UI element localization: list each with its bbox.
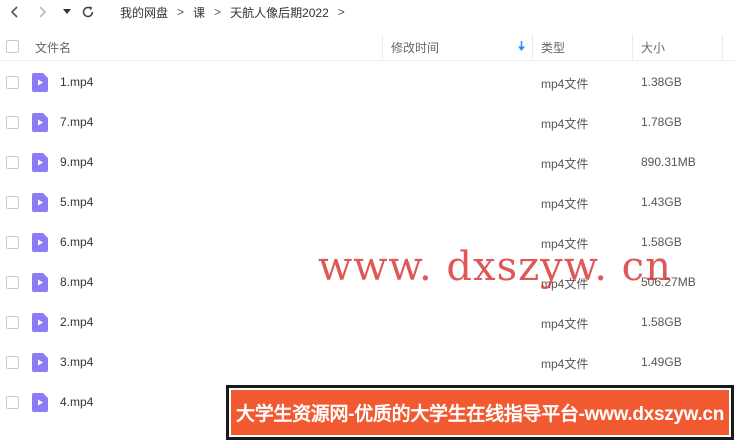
- file-name[interactable]: 5.mp4: [60, 195, 93, 209]
- column-header-name[interactable]: 文件名: [35, 33, 71, 61]
- file-checkbox[interactable]: [6, 396, 19, 409]
- file-size: 890.31MB: [641, 155, 696, 169]
- file-type: mp4文件: [541, 117, 589, 131]
- column-header-size[interactable]: 大小: [641, 33, 665, 61]
- breadcrumb-separator: >: [337, 5, 345, 19]
- file-size: 1.49GB: [641, 355, 682, 369]
- file-row[interactable]: 7.mp4 mp4文件 1.78GB: [0, 102, 737, 142]
- file-name[interactable]: 3.mp4: [60, 355, 93, 369]
- video-file-icon: [32, 113, 48, 132]
- video-file-icon: [32, 273, 48, 292]
- select-all-checkbox[interactable]: [6, 40, 19, 53]
- file-name[interactable]: 2.mp4: [60, 315, 93, 329]
- file-checkbox[interactable]: [6, 196, 19, 209]
- file-row[interactable]: 3.mp4 mp4文件 1.49GB: [0, 342, 737, 382]
- refresh-icon: [82, 6, 94, 18]
- file-type: mp4文件: [541, 357, 589, 371]
- video-file-icon: [32, 353, 48, 372]
- column-header-type[interactable]: 类型: [541, 33, 565, 61]
- column-divider[interactable]: [632, 35, 633, 59]
- file-type: mp4文件: [541, 237, 589, 251]
- breadcrumb-separator: >: [177, 5, 185, 19]
- video-file-icon: [32, 73, 48, 92]
- forward-button[interactable]: [30, 0, 54, 24]
- file-name[interactable]: 6.mp4: [60, 235, 93, 249]
- file-name[interactable]: 4.mp4: [60, 395, 93, 409]
- file-type: mp4文件: [541, 157, 589, 171]
- file-size: 1.58GB: [641, 235, 682, 249]
- video-file-icon: [32, 313, 48, 332]
- file-size: 1.58GB: [641, 315, 682, 329]
- file-size: 506.27MB: [641, 275, 696, 289]
- file-type: mp4文件: [541, 317, 589, 331]
- file-type: mp4文件: [541, 197, 589, 211]
- back-button[interactable]: [3, 0, 27, 24]
- video-file-icon: [32, 393, 48, 412]
- breadcrumb-item-current[interactable]: 天航人像后期2022: [230, 4, 329, 21]
- file-checkbox[interactable]: [6, 356, 19, 369]
- promo-banner-inner: 大学生资源网-优质的大学生在线指导平台-www.dxszyw.cn: [229, 388, 731, 437]
- file-row[interactable]: 6.mp4 mp4文件 1.58GB: [0, 222, 737, 262]
- arrow-down-icon: [518, 41, 525, 51]
- file-row[interactable]: 8.mp4 mp4文件 506.27MB: [0, 262, 737, 302]
- file-name[interactable]: 8.mp4: [60, 275, 93, 289]
- file-checkbox[interactable]: [6, 276, 19, 289]
- column-header-size-label: 大小: [641, 40, 666, 55]
- file-size: 1.78GB: [641, 115, 682, 129]
- file-type: mp4文件: [541, 77, 589, 91]
- file-list-header: 文件名 修改时间 类型 大小: [0, 33, 737, 61]
- video-file-icon: [32, 193, 48, 212]
- video-file-icon: [32, 153, 48, 172]
- file-size: 1.43GB: [641, 195, 682, 209]
- file-checkbox[interactable]: [6, 156, 19, 169]
- file-row[interactable]: 1.mp4 mp4文件 1.38GB: [0, 62, 737, 102]
- chevron-left-icon: [10, 6, 18, 18]
- refresh-button[interactable]: [76, 0, 100, 24]
- promo-banner-text: 大学生资源网-优质的大学生在线指导平台-www.dxszyw.cn: [236, 404, 724, 425]
- column-header-modified[interactable]: 修改时间: [391, 33, 531, 61]
- video-file-icon: [32, 233, 48, 252]
- column-divider[interactable]: [382, 35, 383, 59]
- column-header-modified-label: 修改时间: [391, 40, 440, 55]
- column-divider[interactable]: [532, 35, 533, 59]
- breadcrumb-item-home[interactable]: 我的网盘: [120, 4, 168, 21]
- file-checkbox[interactable]: [6, 316, 19, 329]
- chevron-right-icon: [39, 6, 47, 18]
- column-header-type-label: 类型: [541, 40, 566, 55]
- file-name[interactable]: 1.mp4: [60, 75, 93, 89]
- promo-banner: 大学生资源网-优质的大学生在线指导平台-www.dxszyw.cn: [226, 385, 734, 440]
- file-row[interactable]: 5.mp4 mp4文件 1.43GB: [0, 182, 737, 222]
- top-bar: 我的网盘 > 课 > 天航人像后期2022 >: [0, 0, 737, 26]
- breadcrumb: 我的网盘 > 课 > 天航人像后期2022 >: [120, 0, 354, 24]
- file-checkbox[interactable]: [6, 116, 19, 129]
- file-row[interactable]: 9.mp4 mp4文件 890.31MB: [0, 142, 737, 182]
- file-size: 1.38GB: [641, 75, 682, 89]
- column-header-name-label: 文件名: [35, 40, 72, 55]
- history-dropdown-button[interactable]: [57, 0, 77, 24]
- column-divider[interactable]: [722, 35, 723, 59]
- breadcrumb-separator: >: [214, 5, 222, 19]
- breadcrumb-item-folder[interactable]: 课: [193, 4, 205, 21]
- file-name[interactable]: 9.mp4: [60, 155, 93, 169]
- file-type: mp4文件: [541, 277, 589, 291]
- file-name[interactable]: 7.mp4: [60, 115, 93, 129]
- caret-down-icon: [63, 9, 71, 14]
- file-checkbox[interactable]: [6, 76, 19, 89]
- file-row[interactable]: 2.mp4 mp4文件 1.58GB: [0, 302, 737, 342]
- file-checkbox[interactable]: [6, 236, 19, 249]
